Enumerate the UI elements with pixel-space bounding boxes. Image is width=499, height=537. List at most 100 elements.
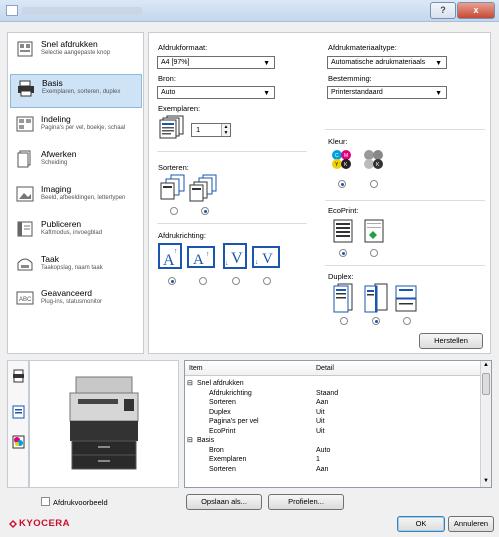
destination-label: Bestemming:: [328, 74, 372, 83]
table-scrollbar[interactable]: ▲ ▼: [480, 361, 491, 487]
copies-stepper[interactable]: 1 ▲ ▼: [191, 123, 231, 137]
collate-off-radio[interactable]: [170, 207, 178, 215]
svg-text:↑: ↑: [206, 251, 210, 258]
collated-icon[interactable]: [189, 174, 221, 204]
scroll-down-icon[interactable]: ▼: [483, 478, 489, 484]
table-row[interactable]: EcoPrint Uit: [185, 427, 481, 437]
duplex-short-edge-icon[interactable]: [395, 285, 419, 315]
color-mode-icon[interactable]: CMYK: [331, 149, 353, 173]
orientation-radio-portrait-rotated[interactable]: [232, 277, 240, 285]
sidebar-item-subtitle: Exemplaren, sorteren, duplex: [42, 88, 121, 95]
source-select[interactable]: Auto ▼: [157, 86, 275, 99]
sidebar-item-quick-print[interactable]: Snel afdrukken Selectie aangepaste knop: [10, 36, 142, 70]
save-as-button[interactable]: Opslaan als...: [186, 494, 262, 510]
stepper-arrows[interactable]: ▲ ▼: [221, 124, 230, 136]
print-preview-label: Afdrukvoorbeeld: [53, 498, 108, 507]
profiles-button[interactable]: Profielen...: [268, 494, 344, 510]
svg-text:C: C: [335, 153, 339, 159]
grayscale-radio[interactable]: [370, 180, 378, 188]
sidebar-item-basic[interactable]: Basis Exemplaren, sorteren, duplex: [10, 74, 142, 108]
quick-print-icon: [14, 40, 36, 58]
paper-size-select[interactable]: A4 [97%] ▼: [157, 56, 275, 69]
duplex-short-edge-radio[interactable]: [403, 317, 411, 325]
divider: [325, 200, 485, 201]
scrollbar-thumb[interactable]: [482, 373, 490, 395]
duplex-long-edge-radio[interactable]: [372, 317, 380, 325]
advanced-icon: ABC: [14, 289, 36, 307]
cancel-button[interactable]: Annuleren: [448, 516, 494, 532]
media-type-select[interactable]: Automatische adrukmateriaals ▼: [327, 56, 447, 69]
landscape-orientation-icon[interactable]: A ↑: [187, 246, 215, 270]
row-item: Duplex: [209, 408, 231, 416]
table-row[interactable]: ⊟ Basis: [185, 436, 481, 446]
category-sidebar: Snel afdrukken Selectie aangepaste knop B…: [7, 32, 144, 354]
divider: [157, 223, 307, 224]
svg-text:V: V: [231, 250, 243, 267]
ok-button[interactable]: OK: [397, 516, 445, 532]
sidebar-item-title: Imaging: [41, 184, 72, 194]
portrait-orientation-icon[interactable]: A ↑: [158, 243, 182, 271]
ecoprint-off-radio[interactable]: [339, 249, 347, 257]
sidebar-item-imaging[interactable]: Imaging Beeld, afbeeldingen, lettertypen: [10, 181, 142, 215]
row-detail: Staand: [316, 389, 339, 397]
svg-text:A: A: [193, 252, 204, 268]
brand-logo: KYOCERA: [19, 518, 71, 529]
sidebar-item-publishing[interactable]: Publiceren Kaftmodus, invoegblad: [10, 216, 142, 250]
sidebar-item-advanced[interactable]: ABC Geavanceerd Plug-ins, statusmonitor: [10, 285, 142, 319]
row-item: Basis: [197, 437, 215, 444]
table-row[interactable]: Sorteren Aan: [185, 465, 481, 475]
orientation-radio-landscape-rotated[interactable]: [263, 277, 271, 285]
close-button[interactable]: x: [457, 2, 495, 19]
table-row[interactable]: Exemplaren 1: [185, 455, 481, 465]
row-detail: Aan: [316, 399, 329, 406]
sidebar-item-layout[interactable]: Indeling Pagina's per vel, boekje, schaal: [10, 111, 142, 145]
destination-select[interactable]: Printerstandaard ▼: [327, 86, 447, 99]
printer-view-icon[interactable]: [12, 369, 25, 385]
collate-on-radio[interactable]: [201, 207, 209, 215]
grayscale-mode-icon[interactable]: K: [363, 149, 385, 173]
duplex-long-edge-icon[interactable]: [364, 283, 388, 315]
reset-button[interactable]: Herstellen: [419, 333, 483, 349]
sidebar-item-subtitle: Beeld, afbeeldingen, lettertypen: [41, 194, 126, 201]
chevron-down-icon: ▼: [435, 90, 442, 97]
media-type-label: Afdrukmateriaaltype:: [328, 43, 397, 52]
orientation-radio-portrait[interactable]: [168, 277, 176, 285]
table-row[interactable]: Sorteren Aan: [185, 398, 481, 408]
sidebar-item-title: Basis: [42, 78, 63, 88]
page-view-icon[interactable]: [12, 405, 25, 421]
divider: [157, 151, 307, 152]
ecoprint-off-icon[interactable]: [333, 219, 353, 245]
collapse-icon[interactable]: ⊟: [187, 379, 193, 389]
sidebar-item-subtitle: Kaftmodus, invoegblad: [41, 229, 103, 236]
ecoprint-on-radio[interactable]: [370, 249, 378, 257]
table-row[interactable]: Pagina's per vel Uit: [185, 417, 481, 427]
bottom-area: Item Detail ⊟ Snel afdrukken Afdrukricht…: [7, 360, 492, 488]
copies-value: 1: [196, 125, 201, 134]
orientation-radio-landscape[interactable]: [199, 277, 207, 285]
printer-preview: [29, 360, 179, 488]
sidebar-item-title: Geavanceerd: [41, 288, 93, 298]
color-view-icon[interactable]: [12, 435, 25, 451]
ecoprint-label: EcoPrint:: [328, 206, 359, 215]
table-row[interactable]: Afdrukrichting Staand: [185, 389, 481, 399]
uncollated-icon[interactable]: [159, 174, 187, 204]
color-radio[interactable]: [338, 180, 346, 188]
publishing-icon: [14, 220, 36, 238]
landscape-rotated-icon[interactable]: V ↓: [252, 246, 280, 270]
sidebar-item-subtitle: Pagina's per vel, boekje, schaal: [41, 124, 126, 131]
table-row[interactable]: Bron Auto: [185, 446, 481, 456]
sidebar-item-job[interactable]: Taak Taakopslag, naam taak: [10, 251, 142, 285]
ecoprint-on-icon[interactable]: [364, 219, 384, 245]
scroll-up-icon[interactable]: ▲: [483, 362, 489, 368]
svg-text:↓: ↓: [255, 259, 259, 266]
svg-text:ABC: ABC: [19, 297, 32, 303]
duplex-off-icon[interactable]: [333, 283, 355, 315]
collapse-icon[interactable]: ⊟: [187, 436, 193, 446]
help-button[interactable]: ?: [430, 2, 456, 19]
print-preview-checkbox[interactable]: [41, 497, 50, 506]
duplex-off-radio[interactable]: [340, 317, 348, 325]
portrait-rotated-icon[interactable]: V ↓: [223, 243, 247, 271]
sidebar-item-finishing[interactable]: Afwerken Scheiding: [10, 146, 142, 180]
table-row[interactable]: ⊟ Snel afdrukken: [185, 379, 481, 389]
table-row[interactable]: Duplex Uit: [185, 408, 481, 418]
